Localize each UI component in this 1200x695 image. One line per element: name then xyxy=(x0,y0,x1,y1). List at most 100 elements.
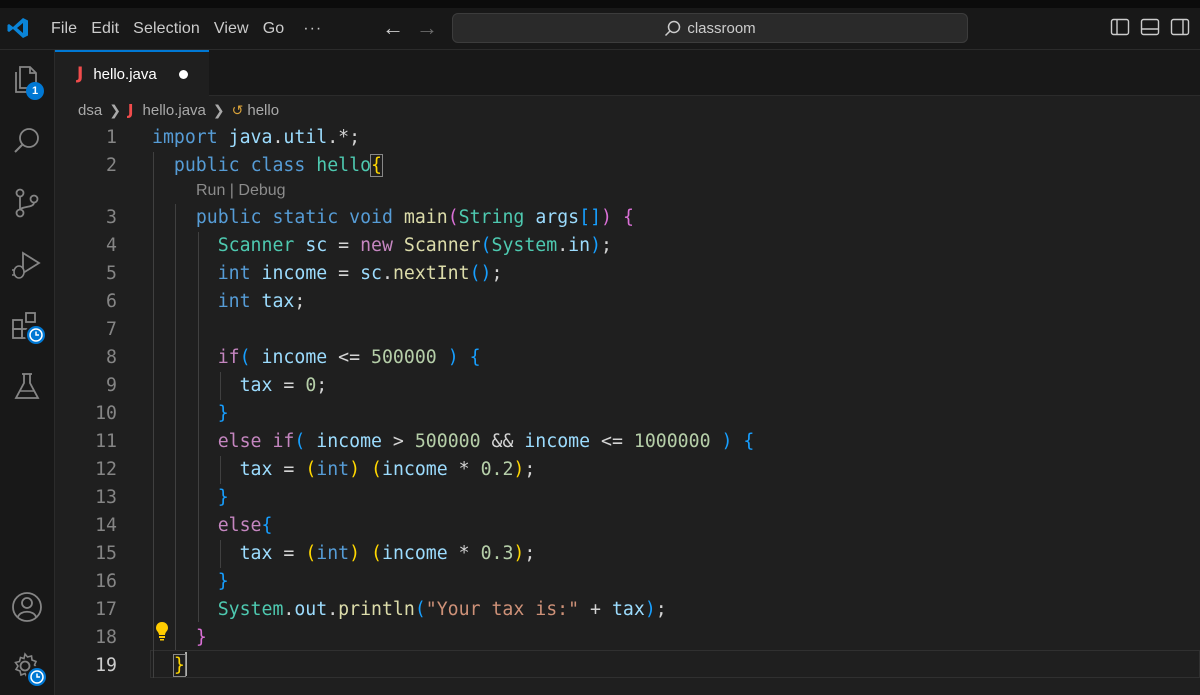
code-token: = xyxy=(327,263,361,284)
java-file-icon: J xyxy=(77,64,84,84)
code-line[interactable]: 17 System.out.println("Your tax is:" + t… xyxy=(55,596,1200,624)
menu-go[interactable]: Go xyxy=(256,20,292,38)
code-line[interactable]: 15 tax = (int) (income * 0.3); xyxy=(55,540,1200,568)
command-center-search[interactable]: classroom xyxy=(452,13,968,43)
code-token: <= xyxy=(590,431,634,452)
code-line[interactable]: 7 xyxy=(55,316,1200,344)
code-token: Scanner xyxy=(403,235,481,256)
code-token: .*; xyxy=(327,127,361,148)
code-text: } xyxy=(152,400,229,428)
code-line[interactable]: 18 } xyxy=(55,624,1200,652)
class-symbol-icon: ↺ xyxy=(231,101,244,118)
code-line[interactable]: 13 } xyxy=(55,484,1200,512)
toggle-primary-sidebar-icon[interactable] xyxy=(1110,17,1130,37)
menu-more-icon[interactable]: ··· xyxy=(291,20,329,38)
code-line[interactable]: 11 else if( income > 500000 && income <=… xyxy=(55,428,1200,456)
code-line[interactable]: 14 else{ xyxy=(55,512,1200,540)
code-line[interactable]: 3 public static void main(String args[])… xyxy=(55,204,1200,232)
code-line[interactable]: 1 import java.util.*; xyxy=(55,124,1200,152)
code-text: else{ xyxy=(152,512,273,540)
code-token: ; xyxy=(601,235,612,256)
code-line[interactable]: 12 tax = (int) (income * 0.2); xyxy=(55,456,1200,484)
tab-hello-java[interactable]: J hello.java xyxy=(55,50,209,96)
line-number: 5 xyxy=(106,263,117,284)
code-token: { xyxy=(622,207,634,228)
code-token: 500000 xyxy=(371,347,437,368)
unsaved-dot-icon[interactable] xyxy=(178,69,188,79)
code-token: int xyxy=(217,263,251,284)
code-line[interactable]: 5 int income = sc.nextInt(); xyxy=(55,260,1200,288)
toggle-panel-icon[interactable] xyxy=(1140,17,1160,37)
run-and-debug-icon[interactable] xyxy=(10,248,44,282)
menu-selection[interactable]: Selection xyxy=(126,20,207,38)
breadcrumb-folder[interactable]: dsa xyxy=(78,102,102,119)
menu-file[interactable]: File xyxy=(44,20,84,38)
chevron-right-icon: ❯ xyxy=(109,101,121,118)
source-control-icon[interactable] xyxy=(10,186,44,220)
code-token: sc xyxy=(360,263,382,284)
code-token: ( xyxy=(371,459,382,480)
code-token: out xyxy=(294,599,328,620)
search-view-icon[interactable] xyxy=(10,124,44,158)
breadcrumb-file[interactable]: hello.java xyxy=(143,102,206,119)
code-token: main xyxy=(403,207,448,228)
menu-edit[interactable]: Edit xyxy=(84,20,126,38)
code-text: int tax; xyxy=(152,288,306,316)
code-line[interactable]: 4 Scanner sc = new Scanner(System.in); xyxy=(55,232,1200,260)
code-token: int xyxy=(217,291,251,312)
menu-bar: File Edit Selection View Go ··· xyxy=(44,8,329,50)
code-text: System.out.println("Your tax is:" + tax)… xyxy=(152,596,667,624)
code-token: income xyxy=(524,431,591,452)
toggle-secondary-sidebar-icon[interactable] xyxy=(1170,17,1190,37)
code-token: 0.2 xyxy=(480,459,514,480)
code-line[interactable]: 2 public class hello{ xyxy=(55,152,1200,180)
code-token: { xyxy=(261,515,273,536)
code-token: 0.3 xyxy=(480,543,514,564)
code-token: int xyxy=(316,543,350,564)
run-debug-codelens[interactable]: Run | Debug xyxy=(196,182,286,200)
code-line[interactable]: 10 } xyxy=(55,400,1200,428)
code-text: int income = sc.nextInt(); xyxy=(152,260,503,288)
code-line[interactable]: 8 if( income <= 500000 ) { xyxy=(55,344,1200,372)
testing-flask-icon[interactable] xyxy=(10,370,44,404)
back-arrow-icon[interactable]: ← xyxy=(382,16,404,40)
accounts-icon[interactable] xyxy=(10,590,44,624)
code-token: tax xyxy=(239,375,273,396)
forward-arrow-icon[interactable]: → xyxy=(416,16,438,40)
code-line[interactable]: 6 int tax; xyxy=(55,288,1200,316)
line-number: 1 xyxy=(106,127,117,148)
code-token: = xyxy=(272,375,306,396)
code-token: java xyxy=(228,127,273,148)
code-token: . xyxy=(557,235,569,256)
menu-view[interactable]: View xyxy=(207,20,256,38)
code-text: public class hello{ xyxy=(152,152,383,180)
code-text: } xyxy=(152,568,229,596)
code-line[interactable]: 9 tax = 0; xyxy=(55,372,1200,400)
line-number: 4 xyxy=(106,235,117,256)
code-token: class xyxy=(250,155,306,176)
code-token: () xyxy=(469,263,492,284)
breadcrumb-symbol[interactable]: hello xyxy=(247,102,279,119)
code-line[interactable]: 19 } xyxy=(55,652,1200,680)
code-text: public static void main(String args[]) { xyxy=(152,204,634,232)
code-line[interactable]: 16 } xyxy=(55,568,1200,596)
code-editor[interactable]: Run | Debug 1 import java.util.*; 2 public… xyxy=(55,124,1200,695)
code-token: if xyxy=(272,431,295,452)
code-token: } xyxy=(217,571,229,592)
search-icon xyxy=(665,20,681,36)
line-number: 13 xyxy=(95,487,117,508)
